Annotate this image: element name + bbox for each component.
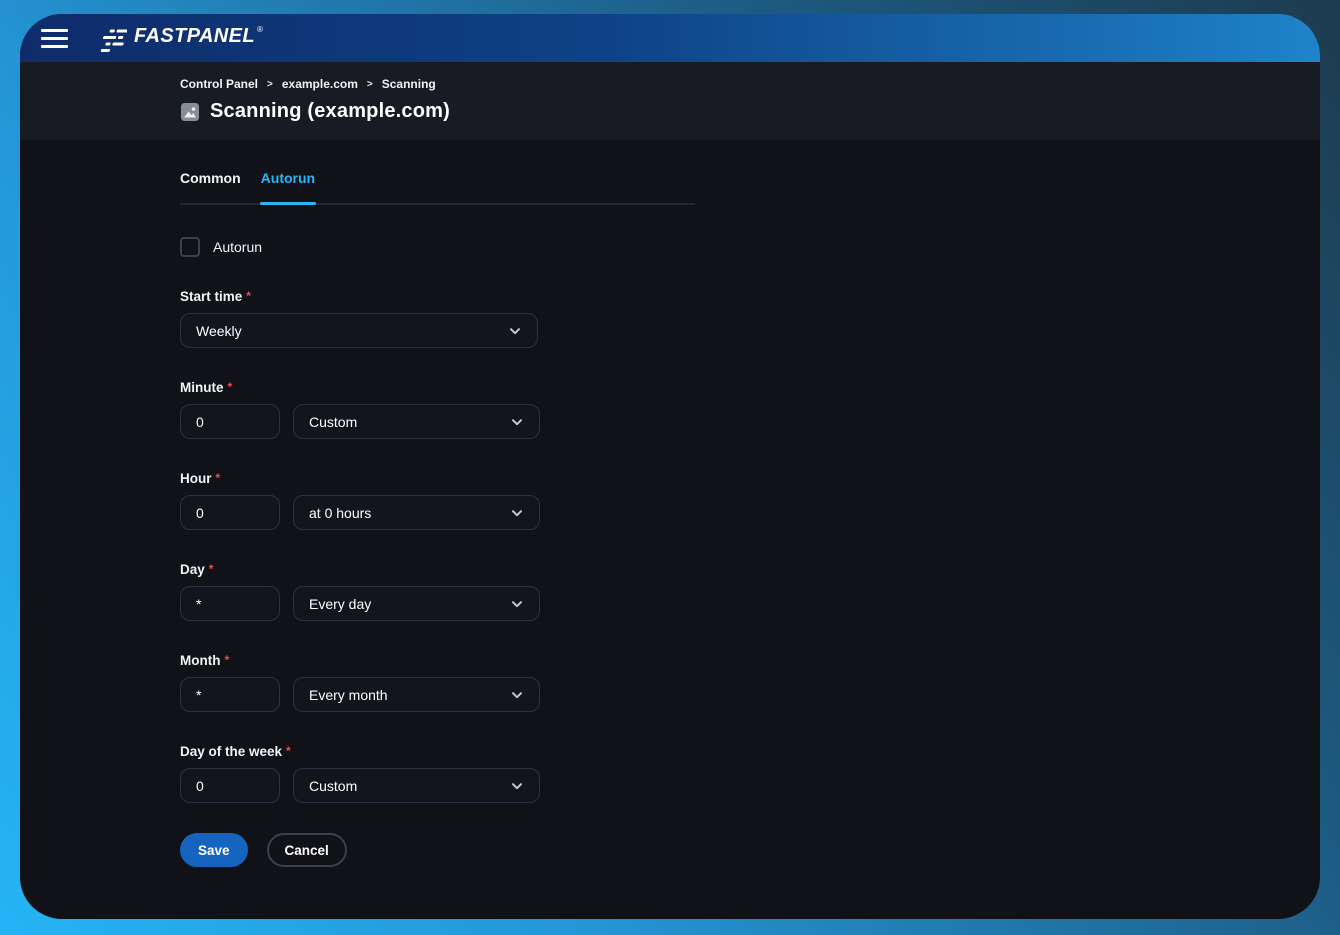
minute-mode-select[interactable]: Custom: [293, 404, 540, 439]
field-label-text: Day of the week: [180, 744, 282, 759]
form-actions: Save Cancel: [180, 833, 1320, 867]
autorun-checkbox-row: Autorun: [180, 237, 1320, 257]
chevron-down-icon: [507, 323, 523, 339]
tab-autorun-label: Autorun: [261, 170, 315, 186]
field-group-day: Day * Every day: [180, 562, 1320, 621]
required-asterisk: *: [228, 380, 233, 394]
day-mode-select[interactable]: Every day: [293, 586, 540, 621]
required-asterisk: *: [216, 471, 221, 485]
chevron-down-icon: [509, 687, 525, 703]
breadcrumb-item-scanning: Scanning: [382, 77, 436, 91]
month-mode-select[interactable]: Every month: [293, 677, 540, 712]
required-asterisk: *: [246, 289, 251, 303]
page-header-section: Control Panel > example.com > Scanning S…: [20, 62, 1320, 140]
field-label-text: Start time: [180, 289, 242, 304]
chevron-down-icon: [509, 414, 525, 430]
hour-mode-select[interactable]: at 0 hours: [293, 495, 540, 530]
field-label-text: Minute: [180, 380, 224, 395]
image-icon: [180, 102, 200, 122]
field-label: Minute *: [180, 380, 1320, 397]
field-group-month: Month * Every month: [180, 653, 1320, 712]
chevron-down-icon: [509, 596, 525, 612]
app-window: FASTPANEL ® Control Panel > example.com …: [20, 14, 1320, 919]
save-button[interactable]: Save: [180, 833, 248, 867]
autorun-checkbox-label[interactable]: Autorun: [213, 239, 262, 255]
brand-name: FASTPANEL: [134, 23, 255, 49]
hamburger-icon: [41, 45, 68, 48]
autorun-checkbox[interactable]: [180, 237, 200, 257]
select-value: Weekly: [196, 323, 242, 339]
hamburger-icon: [41, 29, 68, 32]
field-label: Day of the week *: [180, 744, 1320, 761]
breadcrumb: Control Panel > example.com > Scanning: [180, 77, 1320, 91]
day-of-week-input[interactable]: [180, 768, 280, 803]
field-group-start-time: Start time * Weekly: [180, 289, 1320, 348]
breadcrumb-item-example-com[interactable]: example.com: [282, 77, 358, 91]
chevron-down-icon: [509, 505, 525, 521]
select-value: Every day: [309, 596, 371, 612]
tab-autorun[interactable]: Autorun: [261, 170, 315, 203]
field-group-minute: Minute * Custom: [180, 380, 1320, 439]
month-input[interactable]: [180, 677, 280, 712]
select-value: Every month: [309, 687, 388, 703]
breadcrumb-item-control-panel[interactable]: Control Panel: [180, 77, 258, 91]
cancel-button[interactable]: Cancel: [267, 833, 347, 867]
select-value: Custom: [309, 778, 357, 794]
field-label: Month *: [180, 653, 1320, 670]
select-value: at 0 hours: [309, 505, 371, 521]
top-bar: FASTPANEL ®: [20, 14, 1320, 62]
hour-input[interactable]: [180, 495, 280, 530]
field-group-day-of-week: Day of the week * Custom: [180, 744, 1320, 803]
page-title: Scanning (example.com): [210, 100, 450, 123]
select-value: Custom: [309, 414, 357, 430]
required-asterisk: *: [209, 562, 214, 576]
hamburger-icon: [41, 37, 68, 40]
required-asterisk: *: [286, 744, 291, 758]
registered-trademark-mark: ®: [257, 25, 263, 35]
minute-input[interactable]: [180, 404, 280, 439]
active-tab-indicator: [260, 202, 316, 205]
breadcrumb-separator-icon: >: [367, 79, 373, 90]
field-label-text: Month: [180, 653, 220, 668]
day-of-week-mode-select[interactable]: Custom: [293, 768, 540, 803]
main-content: Common Autorun Autorun Start time * Weekl…: [20, 170, 1320, 867]
tab-bar: Common Autorun: [180, 170, 695, 205]
brand-logo[interactable]: FASTPANEL ®: [100, 23, 263, 53]
field-label-text: Hour: [180, 471, 212, 486]
field-group-hour: Hour * at 0 hours: [180, 471, 1320, 530]
start-time-select[interactable]: Weekly: [180, 313, 538, 348]
day-input[interactable]: [180, 586, 280, 621]
field-label: Start time *: [180, 289, 1320, 306]
chevron-down-icon: [509, 778, 525, 794]
breadcrumb-separator-icon: >: [267, 79, 273, 90]
fastpanel-logo-icon: [100, 26, 127, 53]
tab-common[interactable]: Common: [180, 170, 241, 203]
field-label: Day *: [180, 562, 1320, 579]
field-label: Hour *: [180, 471, 1320, 488]
field-label-text: Day: [180, 562, 205, 577]
required-asterisk: *: [224, 653, 229, 667]
hamburger-menu-button[interactable]: [32, 18, 76, 58]
